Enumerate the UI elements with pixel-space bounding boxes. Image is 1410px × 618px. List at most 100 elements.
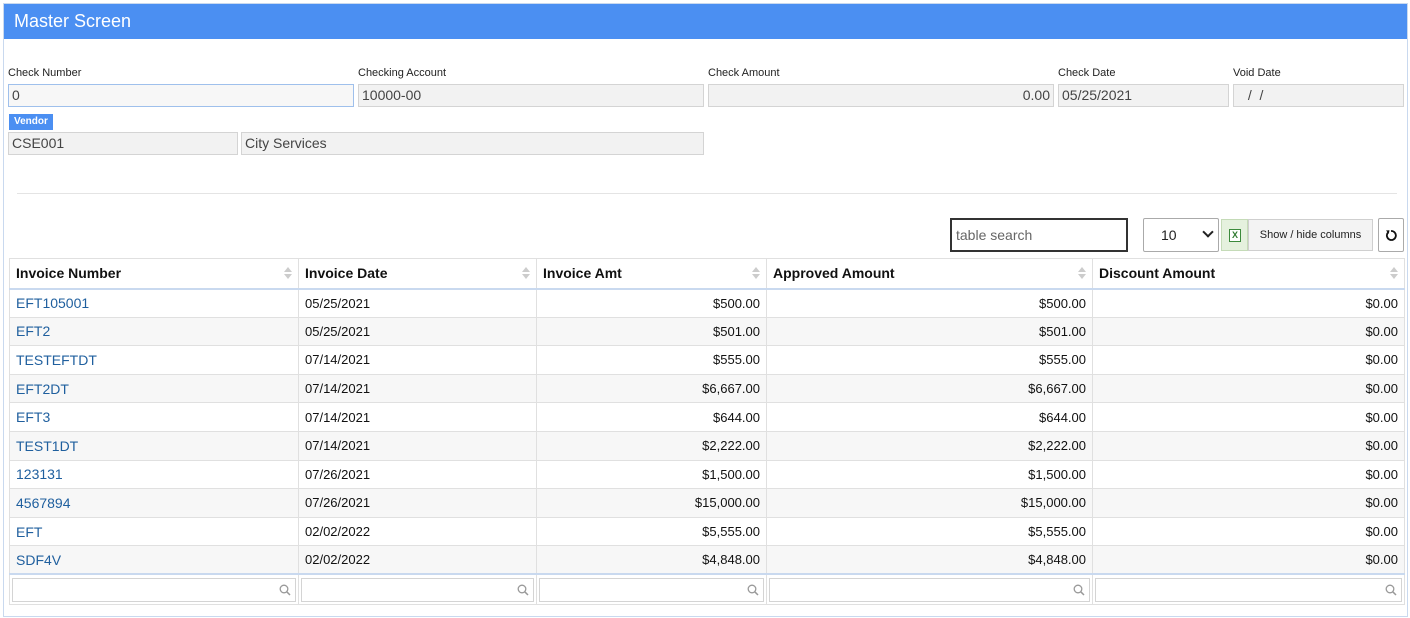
table-row: 123131 07/26/2021 $1,500.00 $1,500.00 $0.00 [9, 459, 1405, 490]
cell-invoice-date: 02/02/2022 [298, 516, 537, 547]
filter-invoice-amt-input[interactable] [539, 577, 764, 602]
cell-invoice-number: EFT2DT [9, 373, 299, 404]
cell-invoice-amt: $15,000.00 [536, 488, 767, 518]
sort-icon [522, 267, 530, 281]
cell-invoice-date: 05/25/2021 [298, 316, 537, 347]
filter-invoice-number-input[interactable] [12, 577, 296, 602]
invoice-link[interactable]: EFT105001 [16, 295, 89, 311]
cell-invoice-amt: $500.00 [536, 288, 767, 318]
cell-approved-amount: $15,000.00 [766, 488, 1093, 518]
cell-approved-amount: $555.00 [766, 345, 1093, 375]
invoice-link[interactable]: 123131 [16, 466, 63, 482]
cell-invoice-amt: $555.00 [536, 345, 767, 375]
cell-invoice-date: 07/26/2021 [298, 488, 537, 518]
cell-invoice-amt: $5,555.00 [536, 516, 767, 547]
table-row: 4567894 07/26/2021 $15,000.00 $15,000.00 $0.… [9, 488, 1405, 518]
search-icon [517, 584, 529, 596]
cell-approved-amount: $501.00 [766, 316, 1093, 347]
col-header-label: Invoice Date [305, 265, 388, 282]
invoice-link[interactable]: EFT2 [16, 323, 50, 339]
invoice-link[interactable]: TESTEFTDT [16, 352, 97, 368]
vendor-label: Vendor [9, 114, 53, 130]
col-header-discount-amount[interactable]: Discount Amount [1092, 258, 1405, 290]
chevron-down-icon [1202, 226, 1214, 238]
cell-invoice-amt: $4,848.00 [536, 545, 767, 575]
master-screen-panel: Master Screen Check Number Checking Acco… [3, 3, 1408, 617]
check-amount-field[interactable]: 0.00 [708, 84, 1054, 107]
check-amount-label: Check Amount [708, 67, 780, 79]
cell-invoice-date: 02/02/2022 [298, 545, 537, 575]
cell-discount-amount: $0.00 [1092, 345, 1405, 375]
table-row: SDF4V 02/02/2022 $4,848.00 $4,848.00 $0.00 [9, 545, 1405, 575]
cell-discount-amount: $0.00 [1092, 516, 1405, 547]
filter-cell [536, 573, 767, 605]
checking-account-field[interactable]: 10000-00 [358, 84, 704, 107]
filter-approved-amount-input[interactable] [769, 577, 1090, 602]
table-row: EFT 02/02/2022 $5,555.00 $5,555.00 $0.00 [9, 516, 1405, 547]
table-row: TESTEFTDT 07/14/2021 $555.00 $555.00 $0.00 [9, 345, 1405, 375]
vendor-name-field[interactable]: City Services [241, 132, 704, 155]
col-header-approved-amount[interactable]: Approved Amount [766, 258, 1093, 290]
cell-invoice-number: TEST1DT [9, 430, 299, 461]
cell-invoice-date: 07/14/2021 [298, 373, 537, 404]
col-header-label: Approved Amount [773, 265, 895, 282]
section-divider [17, 193, 1397, 194]
check-date-label: Check Date [1058, 67, 1116, 79]
col-header-label: Invoice Amt [543, 265, 622, 282]
invoice-link[interactable]: TEST1DT [16, 438, 78, 454]
cell-discount-amount: $0.00 [1092, 545, 1405, 575]
check-number-label: Check Number [8, 67, 82, 79]
cell-approved-amount: $4,848.00 [766, 545, 1093, 575]
cell-approved-amount: $500.00 [766, 288, 1093, 318]
invoice-link[interactable]: EFT [16, 524, 42, 540]
vendor-code-field[interactable]: CSE001 [8, 132, 238, 155]
cell-discount-amount: $0.00 [1092, 459, 1405, 490]
reset-button[interactable] [1378, 218, 1404, 252]
sort-icon [1078, 267, 1086, 281]
table-row: TEST1DT 07/14/2021 $2,222.00 $2,222.00 $0.00 [9, 430, 1405, 461]
filter-cell [298, 573, 537, 605]
filter-cell [1092, 573, 1405, 605]
invoice-link[interactable]: 4567894 [16, 495, 71, 511]
export-excel-button[interactable]: X [1221, 219, 1248, 251]
show-hide-columns-button[interactable]: Show / hide columns [1248, 219, 1373, 251]
search-icon [1073, 584, 1085, 596]
invoice-link[interactable]: SDF4V [16, 552, 61, 568]
filter-discount-amount-input[interactable] [1095, 577, 1402, 602]
filter-invoice-date-input[interactable] [301, 577, 534, 602]
col-header-label: Invoice Number [16, 265, 122, 282]
table-row: EFT3 07/14/2021 $644.00 $644.00 $0.00 [9, 402, 1405, 432]
cell-approved-amount: $2,222.00 [766, 430, 1093, 461]
invoice-link[interactable]: EFT2DT [16, 381, 69, 397]
cell-invoice-number: EFT [9, 516, 299, 547]
cell-discount-amount: $0.00 [1092, 402, 1405, 432]
check-number-field[interactable]: 0 [8, 84, 354, 107]
table-header-row: Invoice Number Invoice Date Invoice Amt … [9, 258, 1405, 290]
checking-account-label: Checking Account [358, 67, 447, 79]
col-header-invoice-number[interactable]: Invoice Number [9, 258, 299, 290]
col-header-invoice-amt[interactable]: Invoice Amt [536, 258, 767, 290]
cell-discount-amount: $0.00 [1092, 288, 1405, 318]
sort-icon [284, 267, 292, 281]
check-date-field[interactable]: 05/25/2021 [1058, 84, 1229, 107]
sort-icon [1390, 267, 1398, 281]
table-search-input[interactable] [950, 218, 1128, 252]
cell-invoice-date: 07/14/2021 [298, 430, 537, 461]
cell-invoice-number: EFT2 [9, 316, 299, 347]
invoice-link[interactable]: EFT3 [16, 409, 50, 425]
cell-invoice-date: 07/14/2021 [298, 345, 537, 375]
page-size-select[interactable]: 10 [1143, 218, 1219, 252]
column-filter-row [9, 573, 1405, 605]
search-icon [1385, 584, 1397, 596]
void-date-field[interactable]: / / [1233, 84, 1404, 107]
cell-invoice-number: EFT105001 [9, 288, 299, 318]
cell-discount-amount: $0.00 [1092, 316, 1405, 347]
sort-icon [752, 267, 760, 281]
cell-invoice-number: 123131 [9, 459, 299, 490]
cell-invoice-amt: $644.00 [536, 402, 767, 432]
cell-invoice-number: EFT3 [9, 402, 299, 432]
col-header-invoice-date[interactable]: Invoice Date [298, 258, 537, 290]
cell-invoice-amt: $1,500.00 [536, 459, 767, 490]
filter-cell [766, 573, 1093, 605]
cell-discount-amount: $0.00 [1092, 430, 1405, 461]
